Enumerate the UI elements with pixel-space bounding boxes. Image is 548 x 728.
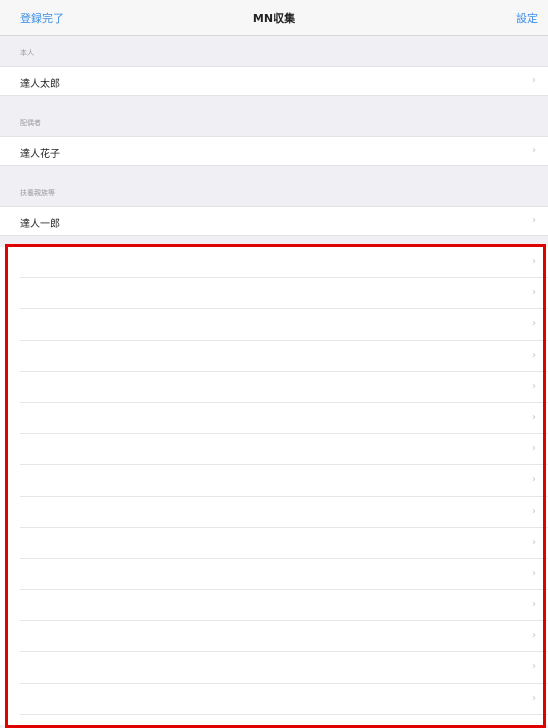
empty-list-row[interactable]: › [20, 684, 548, 715]
section-dependents: 扶養親族等 達人一郎 › [0, 176, 548, 236]
empty-list-row[interactable]: › [20, 403, 548, 435]
chevron-right-icon: › [532, 318, 536, 330]
section-header-label: 扶養親族等 [20, 189, 55, 197]
navigation-bar: 登録完了 MN収集 設定 [0, 0, 548, 36]
chevron-right-icon: › [532, 75, 536, 86]
empty-list-row[interactable]: › [20, 278, 548, 310]
chevron-right-icon: › [532, 599, 536, 611]
chevron-right-icon: › [532, 215, 536, 226]
settings-button[interactable]: 設定 [516, 10, 538, 26]
person-row-self[interactable]: 達人太郎 › [0, 66, 548, 96]
empty-list-row[interactable]: › [20, 559, 548, 591]
section-header: 配偶者 [0, 106, 548, 136]
person-name: 達人一郎 [20, 219, 60, 230]
chevron-right-icon: › [532, 349, 536, 361]
person-row-spouse[interactable]: 達人花子 › [0, 136, 548, 166]
empty-list-row[interactable]: › [20, 590, 548, 622]
section-header-label: 本人 [20, 49, 34, 57]
person-row-dependent[interactable]: 達人一郎 › [0, 206, 548, 236]
chevron-right-icon: › [532, 380, 536, 392]
section-spouse: 配偶者 達人花子 › [0, 106, 548, 166]
section-self: 本人 達人太郎 › [0, 36, 548, 96]
chevron-right-icon: › [532, 630, 536, 642]
section-header-label: 配偶者 [20, 119, 41, 127]
empty-list-row[interactable]: › [20, 247, 548, 279]
chevron-right-icon: › [532, 287, 536, 299]
empty-list-row[interactable]: › [20, 528, 548, 559]
empty-list-row[interactable]: › [20, 372, 548, 403]
empty-list-row[interactable]: › [20, 309, 548, 341]
chevron-right-icon: › [532, 567, 536, 579]
empty-dependent-list: › › › › › › › › › › › › › › › [0, 247, 548, 725]
empty-list-row[interactable]: › [20, 341, 548, 372]
empty-list-row[interactable]: › [20, 465, 548, 497]
page-title: MN収集 [252, 12, 296, 25]
chevron-right-icon: › [532, 411, 536, 423]
chevron-right-icon: › [532, 505, 536, 517]
chevron-right-icon: › [532, 145, 536, 156]
empty-list-row[interactable]: › [20, 621, 548, 653]
section-header: 本人 [0, 36, 548, 66]
chevron-right-icon: › [532, 474, 536, 486]
empty-list-row[interactable]: › [20, 652, 548, 684]
empty-list-row[interactable]: › [20, 497, 548, 528]
empty-list-row[interactable]: › [20, 434, 548, 466]
chevron-right-icon: › [532, 443, 536, 455]
chevron-right-icon: › [532, 661, 536, 673]
person-name: 達人花子 [20, 149, 60, 160]
chevron-right-icon: › [532, 692, 536, 704]
chevron-right-icon: › [532, 256, 536, 267]
chevron-right-icon: › [532, 536, 536, 548]
section-header: 扶養親族等 [0, 176, 548, 206]
person-name: 達人太郎 [20, 79, 60, 90]
